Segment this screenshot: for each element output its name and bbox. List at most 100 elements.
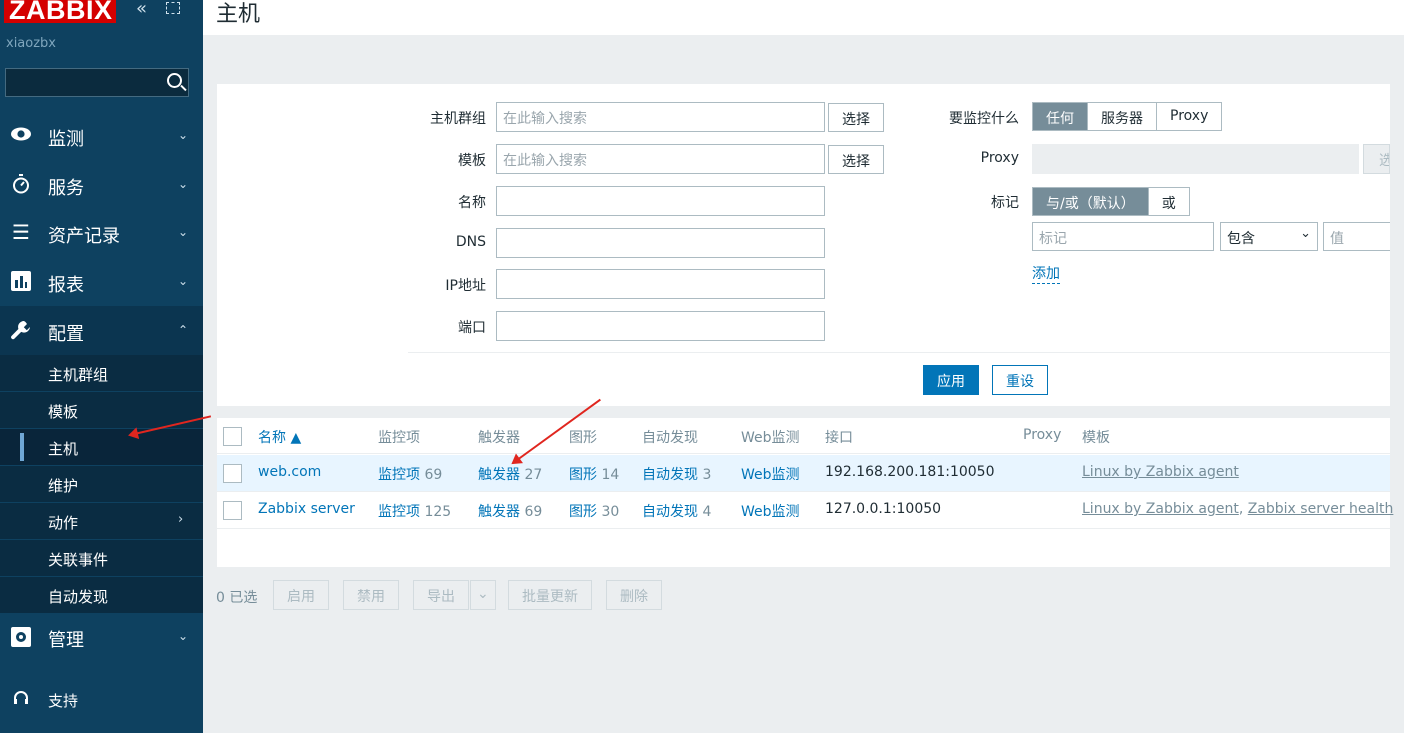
configuration-submenu: 主机群组 模板 主机 维护 动作 › 关联事件 自动发现	[0, 355, 203, 614]
kiosk-mode-icon[interactable]	[166, 2, 180, 14]
export-dropdown-button[interactable]: ⌄	[470, 580, 496, 610]
collapse-sidebar-icon[interactable]: «	[136, 0, 147, 19]
delete-button[interactable]: 删除	[606, 580, 662, 610]
menu-label: 配置	[48, 324, 84, 345]
templates-input[interactable]: 在此输入搜索	[496, 144, 825, 174]
wrench-icon	[10, 320, 32, 340]
template-link[interactable]: Zabbix server health	[1248, 501, 1394, 517]
monitored-by-toggle: 任何 服务器 Proxy	[1032, 102, 1223, 131]
chevron-down-icon: ⌄	[178, 274, 189, 288]
ip-label: IP地址	[445, 278, 486, 294]
chevron-up-icon: ⌃	[178, 323, 189, 337]
add-tag-link[interactable]: 添加	[1032, 263, 1060, 284]
monitored-by-any[interactable]: 任何	[1033, 103, 1088, 130]
header-interface: 接口	[825, 430, 853, 446]
menu-configuration[interactable]: 配置 ⌃	[0, 306, 203, 355]
disable-button[interactable]: 禁用	[343, 580, 399, 610]
menu-administration[interactable]: 管理 ⌄	[0, 612, 203, 661]
chevron-down-icon: ⌄	[1300, 226, 1311, 241]
graphs-link[interactable]: 图形 30	[569, 501, 619, 521]
select-all-checkbox[interactable]	[223, 427, 242, 446]
apply-button[interactable]: 应用	[923, 365, 979, 395]
row-checkbox[interactable]	[223, 464, 242, 483]
chevron-down-icon: ⌄	[477, 586, 489, 602]
filter-panel: 主机群组 在此输入搜索 选择 模板 在此输入搜索 选择 名称 DNS IP地址 …	[217, 84, 1390, 406]
sidebar: ZABBIX « xiaozbx 监测 ⌄ 服务 ⌄ ☰ 资产记录 ⌄ 报表 ⌄…	[0, 0, 203, 733]
submenu-host-groups[interactable]: 主机群组	[0, 355, 203, 392]
web-link[interactable]: Web监测	[741, 501, 800, 521]
header-discovery: 自动发现	[642, 430, 698, 446]
template-link[interactable]: Linux by Zabbix agent	[1082, 464, 1239, 480]
mass-update-button[interactable]: 批量更新	[508, 580, 592, 610]
port-input[interactable]	[496, 311, 825, 341]
bar-chart-icon	[10, 271, 32, 291]
dns-input[interactable]	[496, 228, 825, 258]
menu-monitoring[interactable]: 监测 ⌄	[0, 111, 203, 160]
web-link[interactable]: Web监测	[741, 464, 800, 484]
export-button[interactable]: 导出	[413, 580, 469, 610]
reset-button[interactable]: 重设	[992, 365, 1048, 395]
proxy-select-button[interactable]: 选	[1363, 144, 1390, 174]
host-groups-label: 主机群组	[430, 111, 486, 127]
menu-label: 资产记录	[48, 226, 120, 247]
header-graphs: 图形	[569, 430, 597, 446]
header-items: 监控项	[378, 430, 420, 446]
host-name-link[interactable]: web.com	[258, 464, 321, 480]
menu-services[interactable]: 服务 ⌄	[0, 160, 203, 209]
menu-reports[interactable]: 报表 ⌄	[0, 257, 203, 306]
gear-icon	[10, 626, 32, 647]
monitored-by-proxy[interactable]: Proxy	[1157, 103, 1222, 130]
tags-mode-or[interactable]: 或	[1148, 188, 1189, 215]
tags-label: 标记	[991, 195, 1019, 211]
search-icon[interactable]	[167, 73, 182, 88]
items-link[interactable]: 监控项 125	[378, 501, 451, 521]
hosts-table: 名称 ▲ 监控项 触发器 图形 自动发现 Web监测 接口 Proxy 模板 w…	[217, 418, 1393, 567]
tag-operator-value: 包含	[1227, 231, 1255, 247]
submenu-maintenance[interactable]: 维护	[0, 466, 203, 503]
filter-divider	[408, 352, 1390, 353]
discovery-link[interactable]: 自动发现 4	[642, 501, 711, 521]
discovery-link[interactable]: 自动发现 3	[642, 464, 711, 484]
templates-label: 模板	[458, 153, 486, 169]
ip-input[interactable]	[496, 269, 825, 299]
zabbix-logo[interactable]: ZABBIX	[4, 0, 116, 25]
port-label: 端口	[458, 320, 486, 336]
tag-name-input[interactable]: 标记	[1032, 222, 1214, 251]
proxy-label: Proxy	[980, 150, 1019, 166]
header-name-sort[interactable]: 名称 ▲	[258, 427, 301, 447]
chevron-right-icon: ›	[178, 512, 184, 527]
host-groups-select-button[interactable]: 选择	[828, 103, 884, 132]
submenu-event-correlation[interactable]: 关联事件	[0, 540, 203, 577]
menu-support[interactable]: 支持	[0, 676, 203, 725]
chevron-down-icon: ⌄	[178, 225, 189, 239]
tags-mode-toggle: 与/或（默认） 或	[1032, 187, 1190, 216]
row-checkbox[interactable]	[223, 501, 242, 520]
triggers-link[interactable]: 触发器 27	[478, 464, 542, 484]
host-groups-input[interactable]: 在此输入搜索	[496, 102, 825, 132]
table-header: 名称 ▲ 监控项 触发器 图形 自动发现 Web监测 接口 Proxy 模板	[217, 418, 1390, 454]
graphs-link[interactable]: 图形 14	[569, 464, 619, 484]
tag-operator-select[interactable]: 包含 ⌄	[1220, 222, 1318, 251]
tag-value-input[interactable]: 值	[1323, 222, 1390, 251]
monitored-by-server[interactable]: 服务器	[1088, 103, 1157, 130]
submenu-discovery[interactable]: 自动发现	[0, 577, 203, 614]
template-link[interactable]: Linux by Zabbix agent	[1082, 501, 1239, 517]
enable-button[interactable]: 启用	[273, 580, 329, 610]
triggers-link[interactable]: 触发器 69	[478, 501, 542, 521]
menu-inventory[interactable]: ☰ 资产记录 ⌄	[0, 208, 203, 257]
sidebar-search-input[interactable]	[5, 68, 189, 97]
submenu-hosts[interactable]: 主机	[0, 429, 203, 466]
proxy-input[interactable]	[1032, 144, 1359, 174]
name-input[interactable]	[496, 186, 825, 216]
submenu-actions[interactable]: 动作 ›	[0, 503, 203, 540]
menu-label: 监测	[48, 129, 84, 150]
templates-select-button[interactable]: 选择	[828, 145, 884, 174]
chevron-down-icon: ⌄	[178, 128, 189, 142]
tags-mode-and-or[interactable]: 与/或（默认）	[1033, 188, 1149, 215]
items-link[interactable]: 监控项 69	[378, 464, 442, 484]
stopwatch-icon	[10, 174, 32, 194]
host-name-link[interactable]: Zabbix server	[258, 501, 355, 517]
name-label: 名称	[458, 195, 486, 211]
header-triggers: 触发器	[478, 430, 520, 446]
menu-label: 管理	[48, 630, 84, 651]
